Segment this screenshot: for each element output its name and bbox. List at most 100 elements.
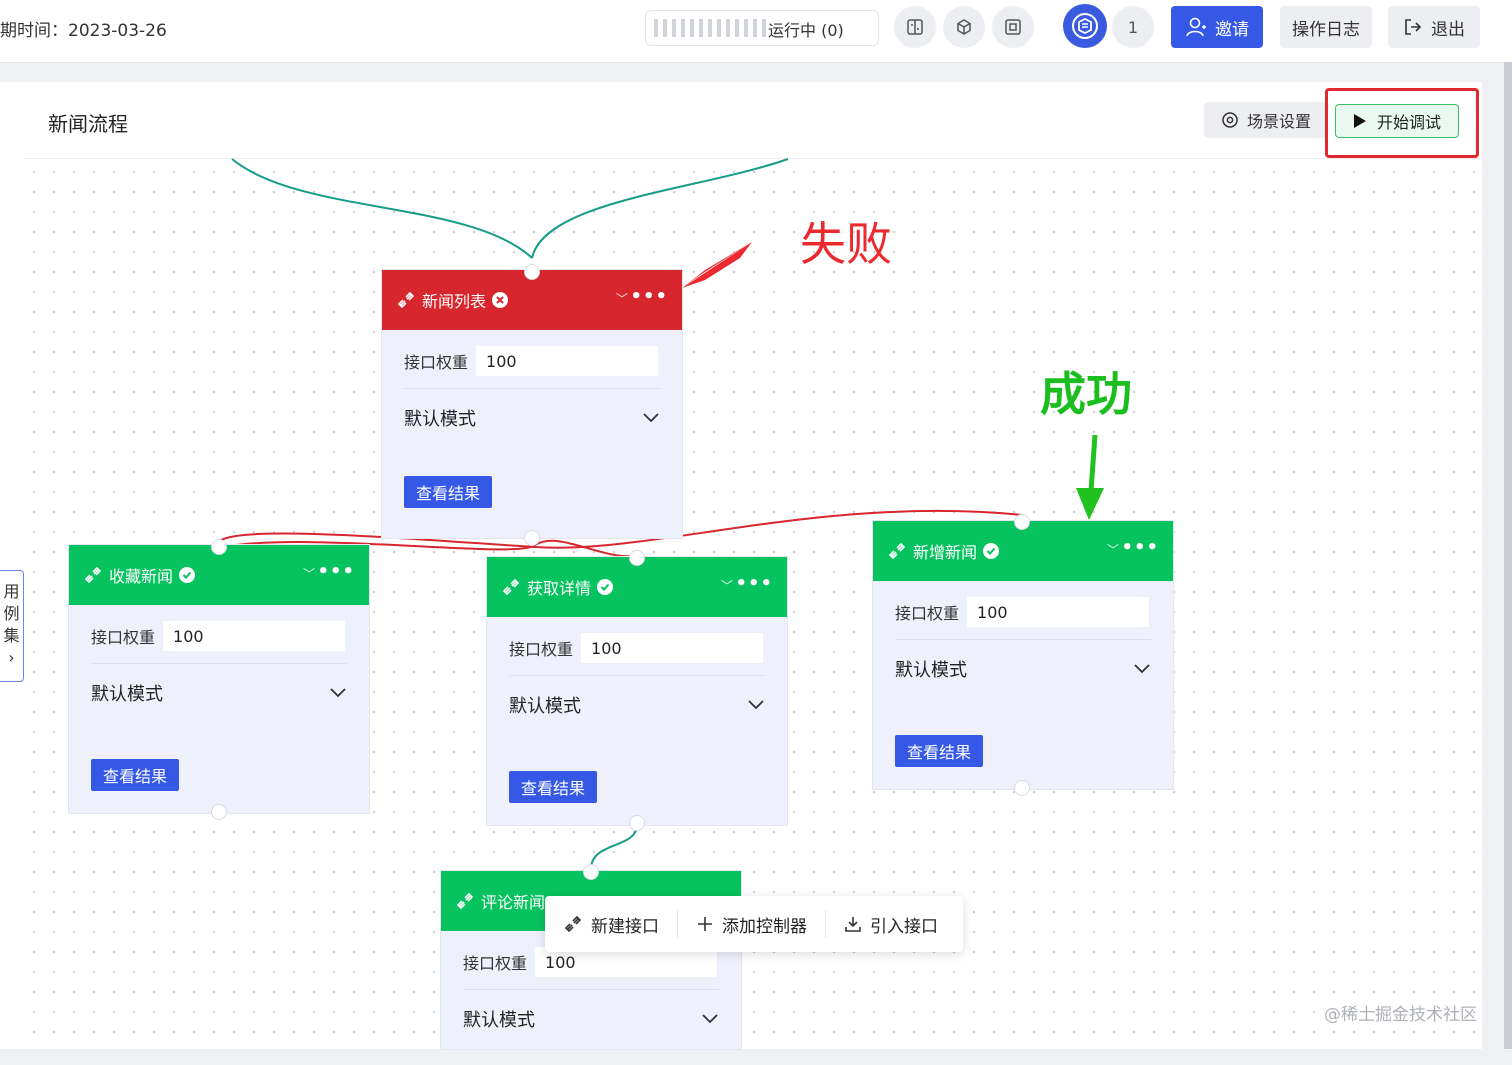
divider [895,639,1151,640]
mode-select[interactable]: 默认模式 [509,692,765,718]
weight-label: 接口权重 [404,353,469,372]
view-result-button[interactable]: 查看结果 [509,771,597,803]
node-body: 接口权重 100 默认模式 查看结果 [69,605,369,829]
scan-icon [1005,19,1021,35]
node-favorite-news[interactable]: 收藏新闻 ﹀ ••• 接口权重 100 默认模式 查看结果 [69,545,369,813]
fail-annotation: 失败 [800,217,892,271]
new-api-label: 新建接口 [591,916,659,937]
node-port[interactable] [525,531,539,545]
node-add-news[interactable]: 新增新闻 ﹀ ••• 接口权重 100 默认模式 查看结果 [873,521,1173,789]
link-icon [888,542,906,560]
highlight-box [1325,88,1479,158]
exit-button[interactable]: 退出 [1388,6,1480,48]
more-icon[interactable]: ••• [735,573,773,594]
import-api-label: 引入接口 [870,916,938,937]
chevron-down-icon[interactable]: ﹀ [303,565,315,582]
mode-select[interactable]: 默认模式 [463,1006,719,1032]
node-port[interactable] [1015,515,1029,529]
node-port[interactable] [584,865,598,879]
app-logo-avatar[interactable] [1063,4,1107,48]
node-port[interactable] [1015,781,1029,795]
chevron-down-icon[interactable]: ﹀ [616,290,628,307]
new-api-menu-item[interactable]: 新建接口 [545,896,677,952]
scrollbar[interactable] [1504,62,1512,1049]
weight-label: 接口权重 [509,640,574,659]
weight-input[interactable]: 100 [967,597,1150,627]
cube-icon-button[interactable] [943,6,985,48]
weight-label: 接口权重 [91,628,156,647]
logout-icon [1405,19,1422,35]
node-header[interactable]: 收藏新闻 ﹀ ••• [69,545,369,605]
mode-label: 默认模式 [91,684,163,705]
logo-icon [1072,13,1098,39]
plus-icon [698,917,712,931]
exit-label: 退出 [1431,19,1465,40]
link-icon [397,291,415,309]
left-strip [0,82,25,1049]
weight-input[interactable]: 100 [163,621,346,651]
success-status-icon [983,543,1000,559]
side-tab-char: 集 [3,626,20,645]
more-icon[interactable]: ••• [1121,537,1159,558]
node-header[interactable]: 新闻列表 ﹀ ••• [382,270,682,330]
member-count[interactable]: 1 [1112,6,1154,48]
chevron-down-icon[interactable]: ﹀ [721,577,733,594]
context-menu: 新建接口 添加控制器 引入接口 [545,896,963,952]
layout-icon [907,19,923,35]
node-port[interactable] [212,540,226,554]
view-result-button[interactable]: 查看结果 [404,476,492,508]
add-controller-menu-item[interactable]: 添加控制器 [678,896,825,952]
node-body: 接口权重 100 默认模式 查看结果 [873,581,1173,805]
weight-input[interactable]: 100 [476,346,659,376]
progress-ticks [654,19,766,37]
node-body: 接口权重 100 默认模式 查看结果 [487,617,787,841]
node-port[interactable] [212,805,226,819]
weight-label: 接口权重 [895,604,960,623]
mode-select[interactable]: 默认模式 [91,680,347,706]
mode-select[interactable]: 默认模式 [404,405,660,431]
success-annotation: 成功 [1040,367,1132,421]
top-header: 期时间：2023-03-26 运行中 (0) 1 邀请 操作日志 退出 [0,0,1512,63]
layout-icon-button[interactable] [894,6,936,48]
weight-input[interactable]: 100 [581,633,764,663]
node-news-list[interactable]: 新闻列表 ﹀ ••• 接口权重 100 默认模式 查看结果 [382,270,682,538]
node-header[interactable]: 新增新闻 ﹀ ••• [873,521,1173,581]
expand-arrow-icon: › [8,648,15,667]
link-icon [564,915,582,933]
side-tab-char: 例 [3,604,20,623]
invite-button[interactable]: 邀请 [1171,6,1263,48]
run-status-indicator[interactable]: 运行中 (0) [645,10,879,46]
divider [509,675,765,676]
view-result-button[interactable]: 查看结果 [895,735,983,767]
more-icon[interactable]: ••• [630,286,668,307]
run-status-text: 运行中 (0) [768,21,844,40]
chevron-down-icon [748,700,764,710]
page-title: 新闻流程 [48,112,128,136]
download-icon [845,917,861,932]
mode-label: 默认模式 [895,660,967,681]
more-icon[interactable]: ••• [317,561,355,582]
node-port[interactable] [630,816,644,830]
import-api-menu-item[interactable]: 引入接口 [826,896,956,952]
testcase-collection-tab[interactable]: 用 例 集 › [0,570,24,682]
view-result-button[interactable]: 查看结果 [91,759,179,791]
success-status-icon [179,567,196,583]
chevron-down-icon[interactable]: ﹀ [1107,541,1119,558]
node-get-detail[interactable]: 获取详情 ﹀ ••• 接口权重 100 默认模式 查看结果 [487,557,787,825]
operation-log-button[interactable]: 操作日志 [1280,6,1372,48]
mode-select[interactable]: 默认模式 [895,656,1151,682]
gear-icon [1222,112,1238,128]
panel-header: 新闻流程 场景设置 开始调试 [24,82,1482,159]
scan-icon-button[interactable] [992,6,1034,48]
user-icon [1186,17,1206,37]
node-port[interactable] [525,265,539,279]
node-port[interactable] [630,551,644,565]
node-title: 获取详情 [527,579,592,598]
mode-label: 默认模式 [463,1010,535,1031]
invite-label: 邀请 [1215,19,1249,40]
node-title: 收藏新闻 [109,567,174,586]
scene-settings-button[interactable]: 场景设置 [1204,102,1328,138]
node-body: 接口权重 100 默认模式 查看结果 [382,330,682,554]
link-icon [84,566,102,584]
node-header[interactable]: 获取详情 ﹀ ••• [487,557,787,617]
